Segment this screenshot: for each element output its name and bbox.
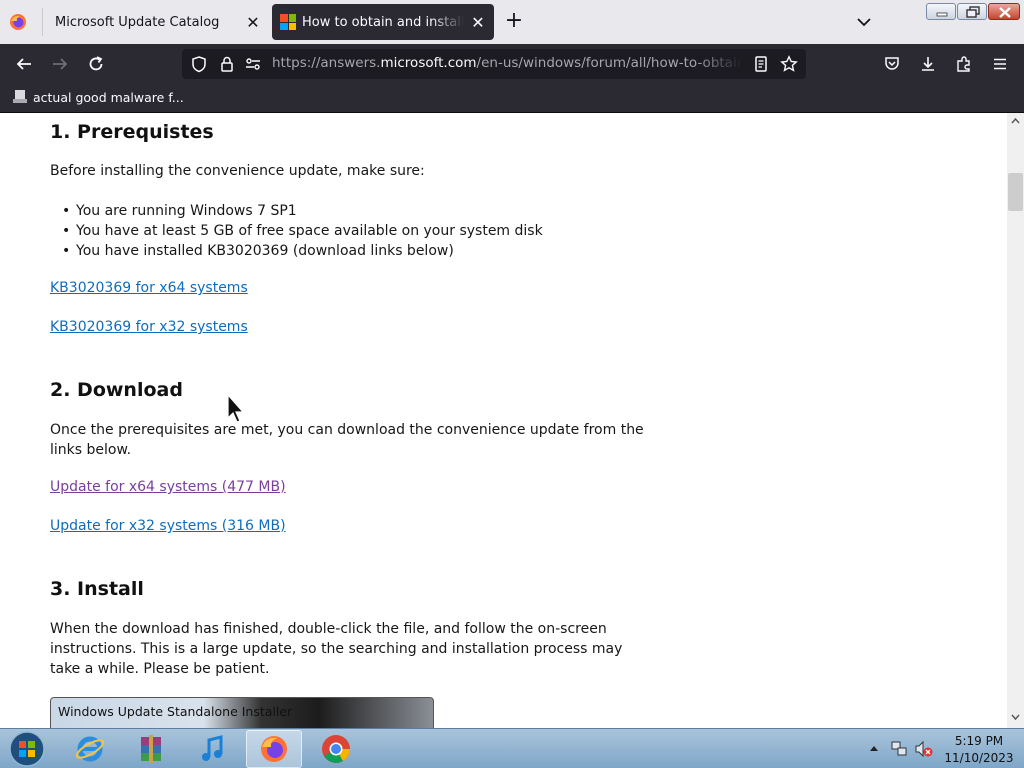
archive-icon — [141, 735, 161, 763]
firefox-icon — [261, 736, 287, 762]
tab-title: Microsoft Update Catalog — [55, 14, 220, 30]
lock-icon[interactable] — [218, 55, 236, 73]
clock-time[interactable]: 5:19 PM — [944, 734, 1014, 748]
firefox-menu-icon[interactable] — [9, 13, 27, 31]
scrollbar-thumb[interactable] — [1008, 173, 1023, 211]
clock-date[interactable]: 11/10/2023 — [944, 751, 1014, 765]
extensions-button[interactable] — [952, 52, 976, 76]
network-icon[interactable] — [890, 740, 908, 758]
installer-window-title: Windows Update Standalone Installer — [58, 704, 293, 719]
permissions-icon[interactable] — [244, 55, 262, 73]
section-heading-download: 2. Download — [50, 379, 183, 401]
scroll-up-arrow-icon[interactable] — [1011, 117, 1020, 125]
shield-icon[interactable] — [190, 55, 208, 73]
bookmark-favicon-icon — [13, 90, 27, 103]
section-heading-prerequisites: 1. Prerequistes — [50, 121, 214, 143]
close-window-button[interactable] — [988, 3, 1020, 20]
system-tray: 5:19 PM 11/10/2023 — [862, 729, 1024, 768]
tab-microsoft-update-catalog[interactable]: Microsoft Update Catalog ✕ — [43, 4, 269, 40]
taskbar-firefox[interactable] — [246, 730, 302, 768]
downloads-button[interactable] — [916, 52, 940, 76]
reload-button[interactable] — [84, 52, 108, 76]
prerequisite-bullet: You have at least 5 GB of free space ava… — [62, 221, 543, 241]
taskbar-winrar[interactable] — [123, 730, 179, 768]
taskbar-chrome[interactable] — [308, 730, 364, 768]
url-prefix: https://answers. — [272, 55, 381, 71]
tab-title: How to obtain and install Windows 7 conv… — [302, 14, 464, 30]
windows-taskbar: 5:19 PM 11/10/2023 — [0, 728, 1024, 768]
back-arrow-icon — [16, 58, 31, 70]
section-heading-install: 3. Install — [50, 578, 144, 600]
taskbar-itunes[interactable] — [185, 730, 241, 768]
chevron-down-icon[interactable] — [850, 10, 878, 34]
update-x64-link[interactable]: Update for x64 systems (477 MB) — [50, 479, 286, 495]
installer-screenshot-image: Windows Update Standalone Installer — [50, 697, 434, 728]
reload-icon — [89, 56, 103, 71]
prerequisite-bullet: You have installed KB3020369 (download l… — [62, 241, 454, 261]
new-tab-button[interactable]: + — [500, 8, 528, 36]
bookmark-star-icon[interactable] — [780, 55, 798, 73]
app-menu-button[interactable] — [988, 52, 1012, 76]
url-path: /en-us/windows/forum/all/how-to-obtain-a… — [476, 55, 742, 71]
pocket-icon — [885, 57, 899, 70]
chrome-icon — [322, 735, 350, 763]
hamburger-menu-icon — [994, 58, 1006, 70]
internet-explorer-icon — [75, 736, 105, 762]
tab-strip: Microsoft Update Catalog ✕ How to obtain… — [0, 0, 1024, 44]
microsoft-logo-icon — [280, 14, 296, 30]
close-tab-icon[interactable]: ✕ — [239, 8, 267, 36]
download-intro: Once the prerequisites are met, you can … — [50, 422, 644, 458]
update-x32-link[interactable]: Update for x32 systems (316 MB) — [50, 518, 286, 534]
bookmarks-toolbar: actual good malware f... — [0, 84, 1024, 113]
show-hidden-icons-icon[interactable] — [869, 744, 879, 752]
bookmark-label: actual good malware f... — [33, 89, 184, 105]
scroll-down-arrow-icon[interactable] — [1011, 713, 1020, 721]
kb3020369-x64-link[interactable]: KB3020369 for x64 systems — [50, 280, 248, 296]
kb3020369-x32-link[interactable]: KB3020369 for x32 systems — [50, 319, 248, 335]
tab-how-to-obtain[interactable]: How to obtain and install Windows 7 conv… — [272, 4, 494, 40]
start-button[interactable] — [6, 730, 48, 768]
mouse-cursor-icon — [227, 394, 245, 423]
music-note-icon — [202, 735, 223, 761]
url-text[interactable]: https://answers.microsoft.com/en-us/wind… — [272, 55, 742, 71]
navigation-toolbar: https://answers.microsoft.com/en-us/wind… — [0, 44, 1024, 84]
prerequisite-bullet: You are running Windows 7 SP1 — [62, 201, 297, 221]
back-button[interactable] — [12, 52, 36, 76]
prerequisites-intro: Before installing the convenience update… — [50, 163, 425, 179]
url-domain: microsoft.com — [380, 55, 477, 71]
taskbar-internet-explorer[interactable] — [62, 730, 118, 768]
forward-arrow-icon — [53, 58, 68, 70]
minimize-button[interactable] — [926, 3, 956, 20]
pocket-button[interactable] — [880, 52, 904, 76]
reader-view-icon[interactable] — [752, 55, 770, 73]
bookmark-item[interactable]: actual good malware f... — [12, 89, 184, 105]
close-tab-icon[interactable]: ✕ — [464, 8, 492, 36]
puzzle-icon — [957, 56, 970, 72]
forward-button[interactable] — [48, 52, 72, 76]
restore-button[interactable] — [957, 3, 987, 20]
install-instructions: When the download has finished, double-c… — [50, 621, 623, 677]
download-icon — [922, 57, 934, 71]
page-content: 1. Prerequistes Before installing the co… — [0, 113, 1007, 728]
url-bar[interactable]: https://answers.microsoft.com/en-us/wind… — [182, 49, 806, 79]
volume-muted-icon[interactable] — [914, 740, 934, 758]
vertical-scrollbar[interactable] — [1007, 113, 1024, 728]
